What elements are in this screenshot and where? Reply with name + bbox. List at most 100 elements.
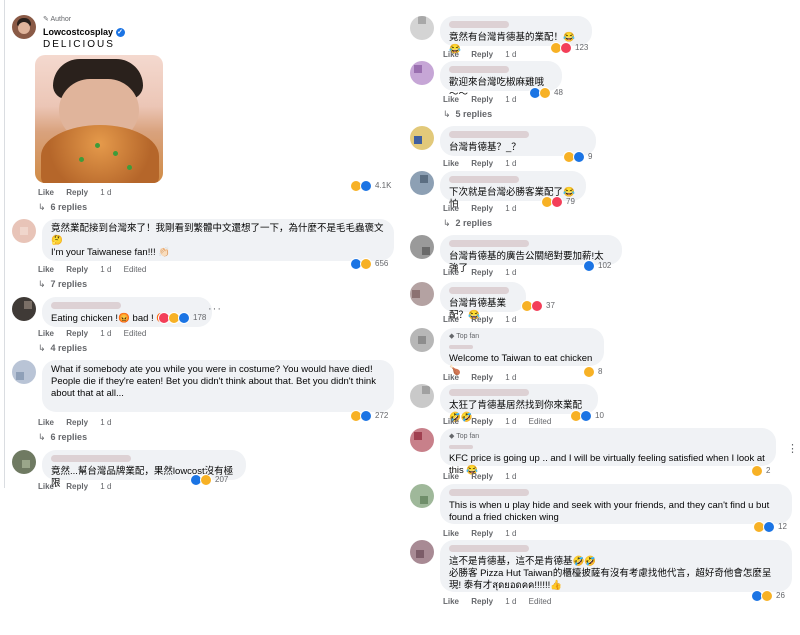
reply-button[interactable]: Reply — [471, 159, 493, 168]
like-button[interactable]: Like — [443, 417, 459, 426]
comment-time: 1 d — [100, 418, 112, 427]
reply-button[interactable]: Reply — [471, 472, 493, 481]
more-options-icon[interactable]: ⋮ — [787, 442, 799, 455]
avatar[interactable] — [12, 219, 36, 243]
edited-label: Edited — [528, 597, 552, 606]
thread-line — [4, 0, 5, 488]
author-actions: Like Reply 1 d — [38, 188, 121, 197]
like-button[interactable]: Like — [38, 482, 54, 491]
comment-photo[interactable] — [35, 55, 163, 183]
avatar[interactable] — [410, 235, 434, 259]
view-replies[interactable]: ↳ 6 replies — [38, 202, 87, 213]
author-badge: ✎ Author — [43, 16, 72, 23]
reaction-count[interactable]: 272 — [350, 410, 388, 422]
like-button[interactable]: Like — [38, 188, 54, 197]
like-button[interactable]: Like — [443, 204, 459, 213]
reaction-count[interactable]: 8 — [583, 366, 602, 378]
reply-button[interactable]: Reply — [66, 188, 88, 197]
view-replies[interactable]: ↳ 4 replies — [38, 343, 87, 354]
reply-button[interactable]: Reply — [66, 265, 88, 274]
edited-label: Edited — [528, 417, 552, 426]
reaction-count[interactable]: 4.1K — [350, 180, 391, 192]
reaction-count[interactable]: 9 — [563, 151, 592, 163]
reaction-count[interactable]: 26 — [751, 590, 785, 602]
comment-actions: Like Reply 1 d Edited — [443, 597, 561, 606]
comment-bubble: What if somebody ate you while you were … — [42, 360, 394, 412]
comment-actions: Like Reply 1 d — [443, 50, 526, 59]
avatar[interactable] — [410, 16, 434, 40]
like-button[interactable]: Like — [38, 329, 54, 338]
comment-text: 這不是肯德基，這不是肯德基🤣🤣 — [449, 556, 597, 567]
comment-actions: Like Reply 1 d — [38, 482, 121, 491]
blurred-name — [449, 131, 529, 138]
view-replies[interactable]: ↳ 7 replies — [38, 279, 87, 290]
author-avatar[interactable] — [12, 15, 36, 39]
more-options-icon[interactable]: ··· — [208, 303, 222, 315]
avatar[interactable] — [410, 61, 434, 85]
reaction-count[interactable]: 48 — [529, 87, 563, 99]
reaction-count[interactable]: 102 — [583, 260, 611, 272]
like-button[interactable]: Like — [443, 597, 459, 606]
comment-bubble: ◆ Top fan Welcome to Taiwan to eat chick… — [440, 328, 604, 376]
like-button[interactable]: Like — [443, 472, 459, 481]
reply-button[interactable]: Reply — [471, 417, 493, 426]
haha-icon — [360, 258, 372, 270]
avatar[interactable] — [12, 360, 36, 384]
reaction-count[interactable]: 123 — [550, 42, 588, 54]
reaction-count[interactable]: 37 — [521, 300, 555, 312]
like-button[interactable]: Like — [443, 95, 459, 104]
reaction-count[interactable]: 79 — [541, 196, 575, 208]
avatar[interactable] — [410, 126, 434, 150]
reaction-count[interactable]: 207 — [190, 474, 228, 486]
reply-button[interactable]: Reply — [471, 95, 493, 104]
avatar[interactable] — [410, 428, 434, 452]
reply-button[interactable]: Reply — [66, 329, 88, 338]
avatar[interactable] — [12, 450, 36, 474]
reaction-count[interactable]: 656 — [350, 258, 388, 270]
comment-text: 竟然業配接到台灣來了！我剛看到繁體中文還想了一下，為什麼不是毛毛蟲褒文🤔 — [51, 223, 384, 246]
reaction-count[interactable]: 10 — [570, 410, 604, 422]
reply-button[interactable]: Reply — [471, 268, 493, 277]
reaction-count[interactable]: 178 — [158, 312, 206, 324]
reply-button[interactable]: Reply — [66, 418, 88, 427]
avatar[interactable] — [410, 328, 434, 352]
reply-button[interactable]: Reply — [471, 529, 493, 538]
reply-button[interactable]: Reply — [471, 204, 493, 213]
avatar[interactable] — [410, 484, 434, 508]
view-replies[interactable]: ↳ 6 replies — [38, 432, 87, 443]
like-button[interactable]: Like — [443, 373, 459, 382]
view-replies[interactable]: ↳ 2 replies — [443, 218, 492, 229]
avatar[interactable] — [410, 540, 434, 564]
comment-bubble: This is when u play hide and seek with y… — [440, 484, 792, 524]
haha-icon — [200, 474, 212, 486]
like-button[interactable]: Like — [443, 159, 459, 168]
like-button[interactable]: Like — [443, 268, 459, 277]
reply-arrow-icon: ↳ — [38, 432, 46, 442]
reply-button[interactable]: Reply — [471, 373, 493, 382]
reaction-count[interactable]: 12 — [753, 521, 787, 533]
view-replies[interactable]: ↳ 5 replies — [443, 109, 492, 120]
reply-button[interactable]: Reply — [471, 597, 493, 606]
avatar[interactable] — [410, 282, 434, 306]
like-button[interactable]: Like — [443, 529, 459, 538]
reply-button[interactable]: Reply — [471, 315, 493, 324]
like-button[interactable]: Like — [443, 50, 459, 59]
pencil-icon: ✎ — [43, 16, 49, 23]
verified-badge-icon: ✓ — [115, 28, 125, 38]
author-name[interactable]: Lowcostcosplay ✓ — [43, 27, 125, 38]
reply-arrow-icon: ↳ — [38, 202, 46, 212]
like-button[interactable]: Like — [443, 315, 459, 324]
comment-time: 1 d — [505, 204, 517, 213]
reply-button[interactable]: Reply — [66, 482, 88, 491]
avatar[interactable] — [410, 171, 434, 195]
reply-button[interactable]: Reply — [471, 50, 493, 59]
like-button[interactable]: Like — [38, 265, 54, 274]
comment-time: 1 d — [100, 265, 112, 274]
avatar[interactable] — [12, 297, 36, 321]
comment-actions: Like Reply 1 d Edited — [38, 265, 156, 274]
avatar[interactable] — [410, 384, 434, 408]
like-button[interactable]: Like — [38, 418, 54, 427]
comment-time: 1 d — [100, 329, 112, 338]
like-icon — [573, 151, 585, 163]
reaction-count[interactable]: 2 — [751, 465, 770, 477]
